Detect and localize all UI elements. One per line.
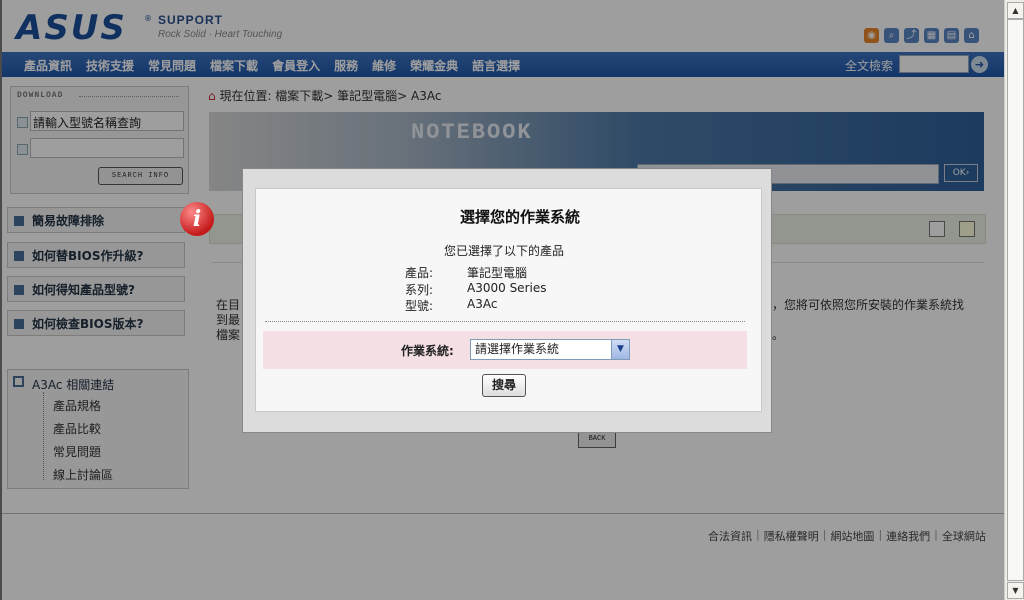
os-select-value: 請選擇作業系統 [475,342,560,356]
model-value: A3Ac [467,297,498,311]
series-label: 系列: [405,283,434,297]
chevron-down-icon[interactable]: ▼ [611,340,629,359]
os-select[interactable]: 請選擇作業系統 ▼ [470,339,630,360]
os-label: 作業系統: [401,344,454,358]
dialog-divider [265,321,745,322]
model-label: 型號: [405,299,434,313]
dialog-subtitle: 您已選擇了以下的產品 [444,244,565,258]
scroll-thumb[interactable] [1007,19,1024,581]
scroll-up-icon[interactable]: ▲ [1007,2,1024,19]
vertical-scrollbar[interactable]: ▲ ▼ [1004,0,1024,600]
product-label: 產品: [405,266,434,280]
product-value: 筆記型電腦 [467,266,528,280]
scroll-down-icon[interactable]: ▼ [1007,582,1024,599]
dialog-title: 選擇您的作業系統 [460,208,581,226]
info-icon: i [180,202,214,236]
search-button[interactable]: 搜尋 [482,374,526,397]
series-value: A3000 Series [467,281,547,295]
